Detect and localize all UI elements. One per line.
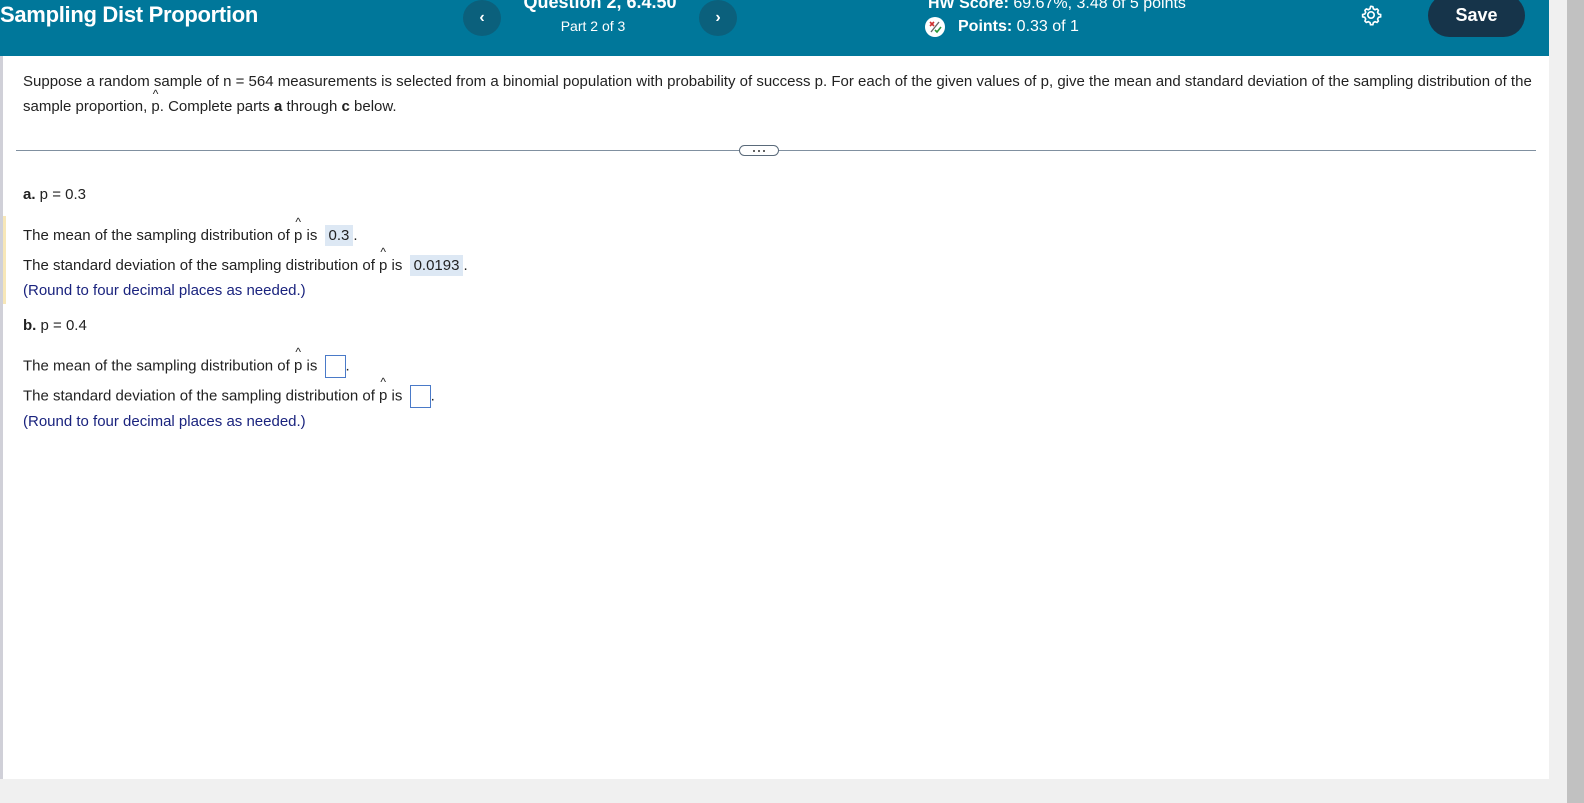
part-letter: b. <box>23 317 37 334</box>
prompt-text: below. <box>349 98 397 115</box>
period: . <box>353 227 358 244</box>
p-hat-symbol: p <box>294 215 303 244</box>
dot-icon <box>753 149 755 152</box>
part-b-sd-line: The standard deviation of the sampling d… <box>23 375 435 408</box>
is-text: is <box>387 257 403 274</box>
active-part-indicator <box>3 216 6 304</box>
part-letter: a. <box>23 186 36 203</box>
mean-answer-field[interactable]: 0.3 <box>324 225 354 246</box>
gear-icon <box>1361 5 1382 26</box>
prompt-text: through <box>282 98 342 115</box>
period: . <box>345 357 350 375</box>
is-text: is <box>387 387 403 405</box>
part-condition: p = 0.4 <box>36 317 87 334</box>
mean-question-text: The mean of the sampling distribution of <box>23 227 294 244</box>
settings-button[interactable] <box>1360 4 1382 26</box>
points-value: 0.33 of 1 <box>1016 18 1079 35</box>
assignment-title: Sampling Dist Proportion <box>0 2 259 27</box>
previous-question-button[interactable]: ‹ <box>463 0 501 36</box>
prompt-text: . Complete parts <box>159 98 274 115</box>
dot-icon <box>763 149 765 152</box>
expand-question-button[interactable] <box>739 145 779 156</box>
period: . <box>430 387 435 405</box>
points-label: Points: <box>958 18 1013 35</box>
chevron-left-icon: ‹ <box>479 9 485 26</box>
rounding-hint: (Round to four decimal places as needed.… <box>23 413 306 430</box>
part-a-label: a. p = 0.3 <box>23 186 86 203</box>
prompt-bold-c: c <box>341 98 350 115</box>
part-b-mean-line: The mean of the sampling distribution of… <box>23 345 350 378</box>
p-hat-symbol: p <box>151 82 160 119</box>
question-title: Question 2, 6.4.50 <box>523 0 677 12</box>
question-prompt: Suppose a random sample of n = 564 measu… <box>23 69 1533 119</box>
is-text: is <box>302 357 318 375</box>
sd-question-text: The standard deviation of the sampling d… <box>23 257 380 274</box>
scrollbar-track <box>1549 0 1567 803</box>
p-hat-symbol: p <box>379 245 388 274</box>
is-text: is <box>302 227 318 244</box>
part-a-mean-line: The mean of the sampling distribution of… <box>23 215 358 246</box>
question-points: Points: 0.33 of 1 <box>925 17 1079 37</box>
dot-icon <box>758 149 760 152</box>
mean-question-text: The mean of the sampling distribution of <box>23 357 294 375</box>
part-a-sd-line: The standard deviation of the sampling d… <box>23 245 468 276</box>
part-condition: p = 0.3 <box>35 186 86 203</box>
hw-score-value: 69.67%, 3.48 of 5 points <box>1013 0 1186 12</box>
partial-credit-icon <box>925 17 945 37</box>
p-hat-symbol: p <box>294 345 303 374</box>
mean-answer-input[interactable] <box>324 355 346 378</box>
chevron-right-icon: › <box>715 9 721 26</box>
next-question-button[interactable]: › <box>699 0 737 36</box>
sd-answer-input[interactable] <box>409 385 431 408</box>
hw-score-label: HW Score: <box>928 0 1009 12</box>
hw-score: HW Score: 69.67%, 3.48 of 5 points <box>928 0 1186 13</box>
sd-answer-field[interactable]: 0.0193 <box>409 255 464 276</box>
header-bar: Sampling Dist Proportion ‹ Question 2, 6… <box>0 0 1549 56</box>
part-indicator: Part 2 of 3 <box>560 18 626 34</box>
period: . <box>463 257 468 274</box>
rounding-hint: (Round to four decimal places as needed.… <box>23 282 306 299</box>
save-button[interactable]: Save <box>1428 0 1525 37</box>
p-hat-symbol: p <box>379 375 388 404</box>
part-b-label: b. p = 0.4 <box>23 317 87 334</box>
sd-question-text: The standard deviation of the sampling d… <box>23 387 380 405</box>
scrollbar[interactable] <box>1567 0 1584 803</box>
